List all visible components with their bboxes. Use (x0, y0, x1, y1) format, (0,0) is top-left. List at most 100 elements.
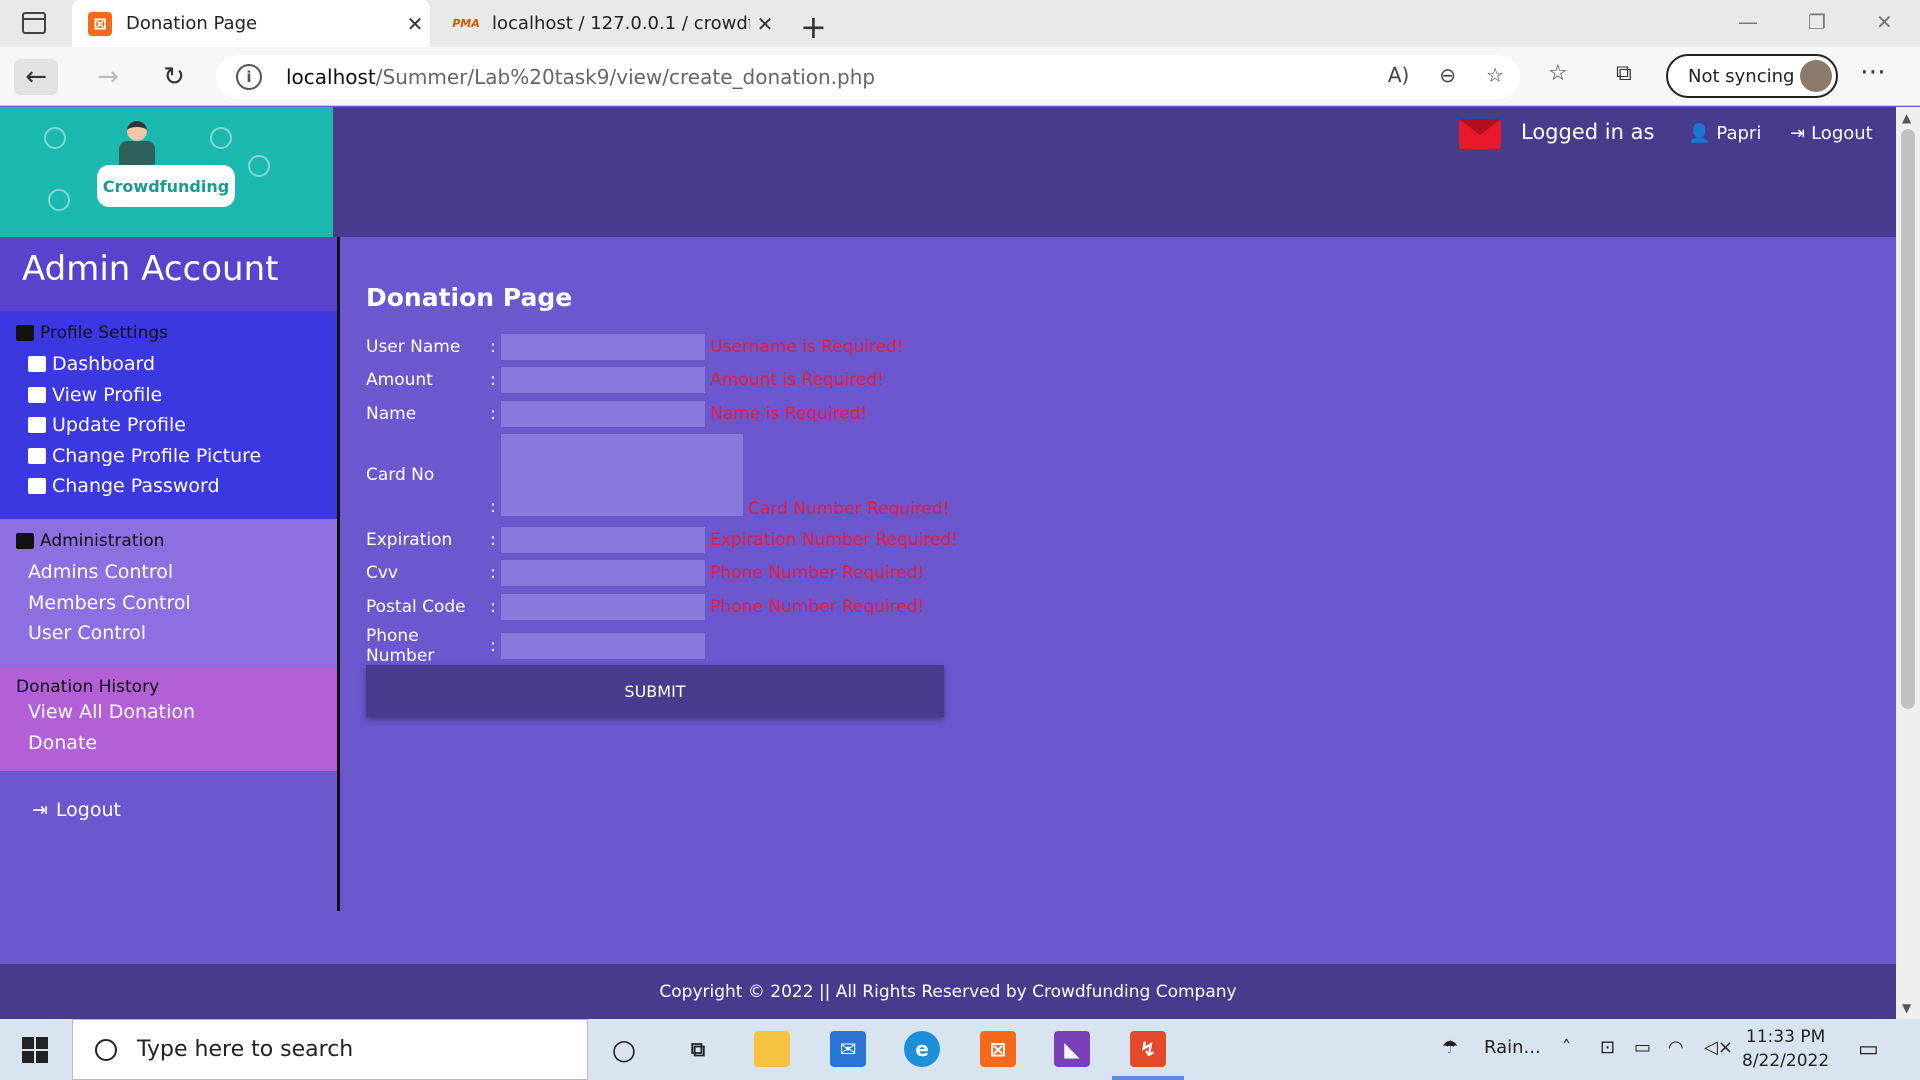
gear-icon (44, 127, 66, 149)
browser-tab-bar: ⊠ Donation Page ✕ PMA localhost / 127.0.… (0, 0, 1920, 47)
profile-sync-button[interactable]: Not syncing (1666, 54, 1838, 98)
sidebar-item-members-control[interactable]: Members Control (0, 588, 337, 619)
submit-button[interactable]: SUBMIT (366, 665, 944, 717)
read-aloud-icon[interactable]: A) (1388, 63, 1409, 87)
expiration-input[interactable] (500, 526, 706, 554)
field-label: Phone Number (366, 626, 435, 666)
windows-start-icon[interactable] (22, 1037, 48, 1063)
task-view-icon[interactable]: ⧉ (680, 1031, 716, 1067)
info-icon[interactable]: i (236, 64, 262, 90)
new-tab-icon[interactable]: + (800, 8, 827, 46)
gear-icon (48, 189, 70, 211)
forward-icon[interactable]: → (86, 59, 130, 95)
error-message: Expiration Number Required! (710, 530, 958, 550)
taskbar-search-input[interactable]: Type here to search (72, 1019, 588, 1080)
sidebar-item-admins-control[interactable]: Admins Control (0, 557, 337, 588)
error-message: Phone Number Required! (710, 563, 925, 583)
mail-icon[interactable] (1459, 119, 1501, 149)
close-tab-icon[interactable]: ✕ (400, 12, 430, 36)
camera-icon (28, 447, 46, 464)
clock-time: 11:33 PM (1745, 1027, 1826, 1047)
wifi-icon[interactable]: ◠ (1668, 1037, 1684, 1058)
cvv-input[interactable] (500, 559, 706, 587)
error-message: Amount is Required! (710, 370, 884, 390)
tab-donation-page[interactable]: ⊠ Donation Page ✕ (72, 0, 430, 47)
xampp-icon[interactable]: ⊠ (980, 1031, 1016, 1067)
user-lock-icon (16, 533, 34, 549)
add-favorite-icon[interactable]: ☆ (1486, 63, 1504, 87)
username-input[interactable] (500, 333, 706, 361)
collections-icon[interactable]: ⧉ (1616, 61, 1632, 86)
more-icon[interactable]: ⋯ (1860, 57, 1886, 87)
sidebar-logout-link[interactable]: ⇥ Logout (32, 799, 121, 821)
copyright-text: Copyright © 2022 || All Rights Reserved … (659, 981, 1237, 1002)
logout-link-top[interactable]: ⇥ Logout (1790, 123, 1873, 144)
donation-history-heading: Donation History (16, 677, 160, 697)
windows-taskbar: Type here to search ○ ⧉ ✉ e ⊠ ◣ ↯ ☂ Rain… (0, 1019, 1920, 1080)
volume-mute-icon[interactable]: ◁× (1704, 1037, 1733, 1058)
tab-title: Donation Page (126, 13, 258, 34)
scroll-down-icon[interactable]: ▼ (1902, 1001, 1911, 1015)
page-scrollbar[interactable]: ▲ ▼ (1896, 107, 1920, 1019)
taskbar-clock[interactable]: 11:33 PM 8/22/2022 (1742, 1025, 1829, 1073)
user-name: Papri (1716, 123, 1762, 144)
edge-icon[interactable]: e (904, 1031, 940, 1067)
field-label: Postal Code (366, 597, 466, 617)
error-message: Card Number Required! (748, 499, 950, 519)
sidebar-item-view-all-donation[interactable]: View All Donation (0, 697, 337, 728)
field-label: Card No (366, 465, 435, 485)
refresh-icon[interactable]: ↻ (152, 59, 196, 95)
meet-icon[interactable]: ⊡ (1600, 1037, 1615, 1058)
favorites-icon[interactable]: ☆ (1548, 61, 1568, 86)
field-colon: : (490, 597, 496, 617)
mail-app-icon[interactable]: ✉ (830, 1031, 866, 1067)
weather-icon[interactable]: ☂ (1442, 1037, 1458, 1058)
user-profile-link[interactable]: 👤 Papri (1688, 123, 1761, 144)
sidebar-item-donate[interactable]: Donate (0, 728, 337, 759)
id-card-icon (16, 325, 34, 341)
battery-icon[interactable]: ▭ (1634, 1037, 1651, 1058)
scrollbar-thumb[interactable] (1901, 129, 1915, 709)
scroll-up-icon[interactable]: ▲ (1902, 111, 1911, 125)
error-message: Username is Required! (710, 337, 904, 357)
footer: Copyright © 2022 || All Rights Reserved … (0, 964, 1896, 1019)
logo-area: Crowdfunding (0, 107, 333, 237)
form-row-cvv: Cvv : Phone Number Required! (366, 559, 924, 587)
sidebar-item-user-control[interactable]: User Control (0, 618, 337, 649)
file-explorer-icon[interactable] (754, 1031, 790, 1067)
amount-input[interactable] (500, 366, 706, 394)
field-label: Cvv (366, 563, 398, 583)
app-icon[interactable]: ↯ (1130, 1031, 1166, 1067)
minimize-icon[interactable]: — (1738, 10, 1758, 34)
url-field[interactable]: i localhost/Summer/Lab%20task9/view/crea… (216, 55, 1520, 99)
name-input[interactable] (500, 400, 706, 428)
weather-text[interactable]: Rain... (1484, 1037, 1541, 1058)
tab-actions-icon[interactable] (22, 12, 46, 34)
visual-studio-icon[interactable]: ◣ (1054, 1031, 1090, 1067)
administration-section: Administration Admins Control Members Co… (0, 519, 337, 667)
postal-code-input[interactable] (500, 593, 706, 621)
field-label: Amount (366, 370, 433, 390)
sidebar-item-change-password[interactable]: Change Password (0, 471, 337, 502)
card-number-textarea[interactable] (500, 433, 744, 517)
clock-date: 8/22/2022 (1742, 1051, 1830, 1071)
form-row-name: Name : Name is Required! (366, 400, 867, 428)
zoom-icon[interactable]: ⊖ (1439, 63, 1456, 87)
sidebar-item-update-profile[interactable]: Update Profile (0, 410, 337, 441)
chevron-up-icon[interactable]: ˄ (1562, 1037, 1571, 1058)
url-path: /Summer/Lab%20task9/view/create_donation… (375, 65, 876, 89)
tab-phpmyadmin[interactable]: PMA localhost / 127.0.0.1 / crowdfund ✕ (438, 0, 780, 47)
sidebar-item-dashboard[interactable]: Dashboard (0, 349, 337, 380)
restore-icon[interactable]: ❐ (1808, 10, 1826, 34)
back-icon[interactable]: ← (14, 59, 58, 95)
logout-icon: ⇥ (1790, 123, 1806, 144)
cortana-icon[interactable]: ○ (606, 1031, 642, 1067)
close-window-icon[interactable]: ✕ (1876, 10, 1893, 34)
close-tab-icon[interactable]: ✕ (750, 12, 780, 36)
sidebar-item-view-profile[interactable]: View Profile (0, 380, 337, 411)
sidebar-item-change-profile-picture[interactable]: Change Profile Picture (0, 441, 337, 472)
notification-icon[interactable]: ▭ (1858, 1037, 1879, 1062)
page: Crowdfunding Logged in as 👤 Papri ⇥ Logo… (0, 107, 1896, 1019)
form-row-card-no: Card No : Card Number Required! (366, 433, 950, 519)
phone-number-input[interactable] (500, 632, 706, 660)
